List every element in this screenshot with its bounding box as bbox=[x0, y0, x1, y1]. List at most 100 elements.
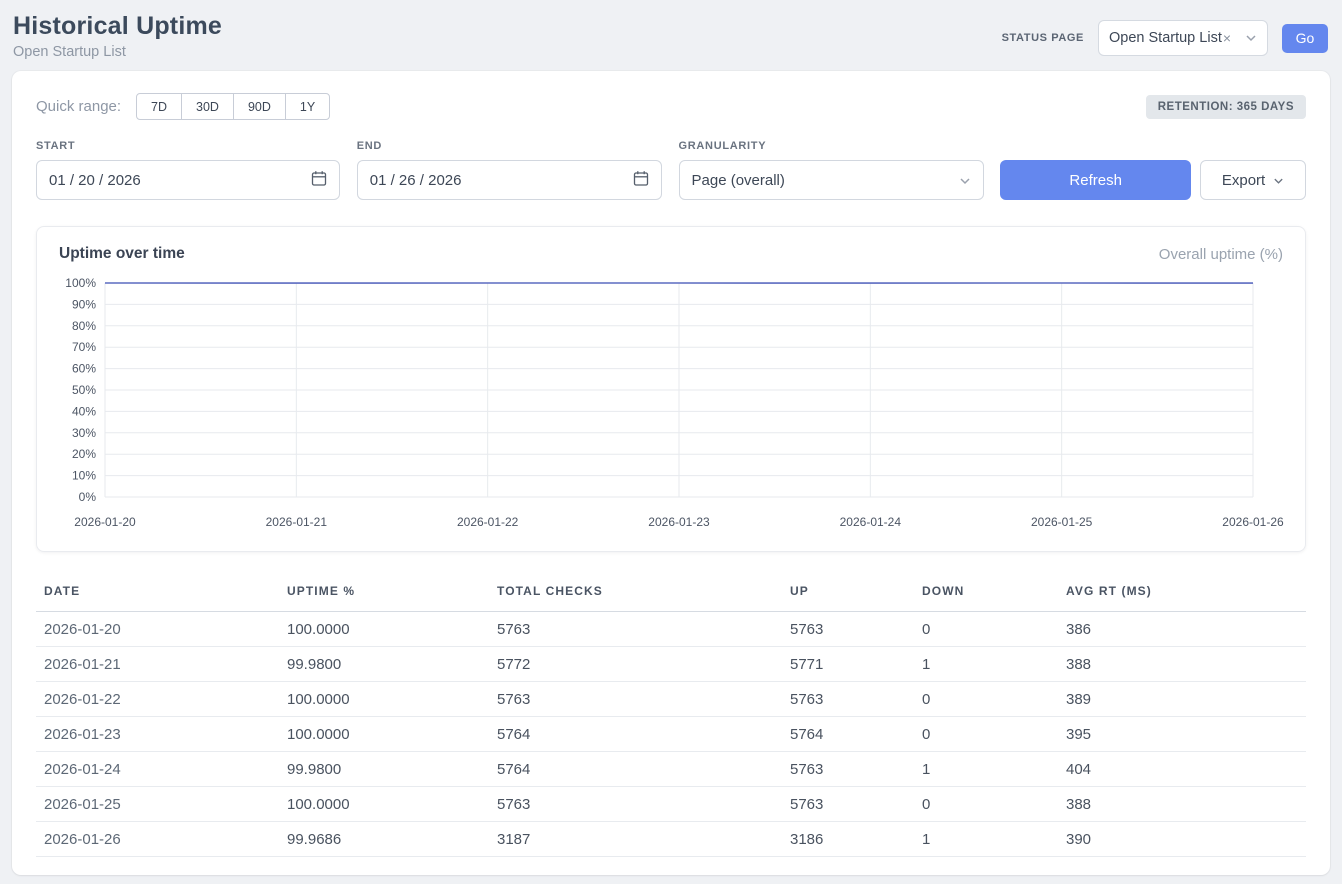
table-cell: 2026-01-26 bbox=[36, 822, 279, 857]
table-cell: 99.9686 bbox=[279, 822, 489, 857]
table-cell: 100.0000 bbox=[279, 682, 489, 717]
column-header: DOWN bbox=[914, 576, 1058, 612]
table-cell: 404 bbox=[1058, 752, 1306, 787]
uptime-chart-card: Uptime over time Overall uptime (%) 0% 10… bbox=[36, 226, 1306, 552]
granularity-select[interactable]: Page (overall) bbox=[679, 160, 985, 200]
chart-header: Uptime over time Overall uptime (%) bbox=[59, 245, 1283, 263]
table-cell: 2026-01-25 bbox=[36, 787, 279, 822]
status-page-select[interactable]: Open Startup List × bbox=[1098, 20, 1268, 56]
go-button[interactable]: Go bbox=[1282, 24, 1328, 53]
column-header: DATE bbox=[36, 576, 279, 612]
table-cell: 389 bbox=[1058, 682, 1306, 717]
table-cell: 2026-01-24 bbox=[36, 752, 279, 787]
svg-text:2026-01-23: 2026-01-23 bbox=[648, 515, 710, 529]
table-cell: 100.0000 bbox=[279, 717, 489, 752]
export-label: Export bbox=[1222, 172, 1265, 189]
table-row: 2026-01-25100.0000576357630388 bbox=[36, 787, 1306, 822]
table-cell: 100.0000 bbox=[279, 612, 489, 647]
granularity-label: GRANULARITY bbox=[679, 140, 985, 152]
table-header-row: DATEUPTIME %TOTAL CHECKSUPDOWNAVG RT (MS… bbox=[36, 576, 1306, 612]
status-page-label: STATUS PAGE bbox=[1002, 32, 1084, 44]
svg-text:60%: 60% bbox=[72, 362, 96, 376]
table-cell: 5763 bbox=[782, 612, 914, 647]
page-title: Historical Uptime bbox=[13, 12, 222, 41]
table-cell: 0 bbox=[914, 682, 1058, 717]
table-cell: 388 bbox=[1058, 647, 1306, 682]
table-cell: 99.9800 bbox=[279, 752, 489, 787]
clear-selection-icon[interactable]: × bbox=[1223, 30, 1231, 46]
column-header: UPTIME % bbox=[279, 576, 489, 612]
table-cell: 5763 bbox=[489, 787, 782, 822]
table-cell: 5772 bbox=[489, 647, 782, 682]
svg-text:40%: 40% bbox=[72, 404, 96, 418]
svg-text:0%: 0% bbox=[79, 490, 97, 504]
main-panel: Quick range: 7D 30D 90D 1Y RETENTION: 36… bbox=[12, 71, 1330, 875]
quick-range-group: 7D 30D 90D 1Y bbox=[136, 93, 330, 120]
table-cell: 1 bbox=[914, 647, 1058, 682]
header-controls: STATUS PAGE Open Startup List × Go bbox=[1002, 20, 1328, 56]
chevron-down-icon bbox=[1245, 34, 1257, 42]
start-date-label: START bbox=[36, 140, 340, 152]
table-row: 2026-01-23100.0000576457640395 bbox=[36, 717, 1306, 752]
table-cell: 5763 bbox=[489, 682, 782, 717]
filter-form: START 01 / 20 / 2026 END 01 / 26 / 2026 bbox=[36, 140, 1306, 200]
svg-text:70%: 70% bbox=[72, 340, 96, 354]
table-cell: 99.9800 bbox=[279, 647, 489, 682]
end-date-input[interactable]: 01 / 26 / 2026 bbox=[357, 160, 662, 200]
table-cell: 5763 bbox=[782, 752, 914, 787]
refresh-button[interactable]: Refresh bbox=[1000, 160, 1191, 200]
calendar-icon[interactable] bbox=[311, 170, 327, 191]
start-date-input[interactable]: 01 / 20 / 2026 bbox=[36, 160, 340, 200]
quick-range-90d[interactable]: 90D bbox=[233, 93, 286, 120]
uptime-table: DATEUPTIME %TOTAL CHECKSUPDOWNAVG RT (MS… bbox=[36, 576, 1306, 857]
svg-text:20%: 20% bbox=[72, 447, 96, 461]
granularity-field: GRANULARITY Page (overall) bbox=[679, 140, 985, 200]
svg-text:100%: 100% bbox=[65, 276, 96, 290]
table-cell: 390 bbox=[1058, 822, 1306, 857]
end-date-field: END 01 / 26 / 2026 bbox=[357, 140, 662, 200]
svg-text:80%: 80% bbox=[72, 319, 96, 333]
table-cell: 2026-01-21 bbox=[36, 647, 279, 682]
calendar-icon[interactable] bbox=[633, 170, 649, 191]
table-cell: 3186 bbox=[782, 822, 914, 857]
title-block: Historical Uptime Open Startup List bbox=[13, 12, 222, 60]
table-cell: 386 bbox=[1058, 612, 1306, 647]
svg-text:30%: 30% bbox=[72, 426, 96, 440]
table-cell: 5763 bbox=[782, 787, 914, 822]
end-date-label: END bbox=[357, 140, 662, 152]
column-header: TOTAL CHECKS bbox=[489, 576, 782, 612]
quick-range-row: Quick range: 7D 30D 90D 1Y RETENTION: 36… bbox=[36, 93, 1306, 120]
table-cell: 5771 bbox=[782, 647, 914, 682]
svg-text:2026-01-26: 2026-01-26 bbox=[1222, 515, 1284, 529]
page-header: Historical Uptime Open Startup List STAT… bbox=[0, 0, 1342, 60]
table-cell: 2026-01-23 bbox=[36, 717, 279, 752]
table-cell: 5763 bbox=[782, 682, 914, 717]
quick-range-1y[interactable]: 1Y bbox=[285, 93, 330, 120]
start-date-field: START 01 / 20 / 2026 bbox=[36, 140, 340, 200]
status-page-value: Open Startup List bbox=[1109, 30, 1222, 46]
svg-text:2026-01-22: 2026-01-22 bbox=[457, 515, 519, 529]
table-row: 2026-01-2499.9800576457631404 bbox=[36, 752, 1306, 787]
table-cell: 5764 bbox=[782, 717, 914, 752]
quick-range-label: Quick range: bbox=[36, 98, 121, 115]
table-cell: 0 bbox=[914, 787, 1058, 822]
end-date-value: 01 / 26 / 2026 bbox=[370, 172, 462, 189]
export-button[interactable]: Export bbox=[1200, 160, 1306, 200]
table-cell: 395 bbox=[1058, 717, 1306, 752]
chevron-down-icon bbox=[1273, 172, 1284, 189]
column-header: UP bbox=[782, 576, 914, 612]
chart-legend: Overall uptime (%) bbox=[1159, 246, 1283, 263]
quick-range-7d[interactable]: 7D bbox=[136, 93, 182, 120]
table-cell: 5763 bbox=[489, 612, 782, 647]
svg-text:2026-01-24: 2026-01-24 bbox=[840, 515, 902, 529]
table-cell: 0 bbox=[914, 612, 1058, 647]
quick-range-30d[interactable]: 30D bbox=[181, 93, 234, 120]
start-date-value: 01 / 20 / 2026 bbox=[49, 172, 141, 189]
retention-badge: RETENTION: 365 DAYS bbox=[1146, 95, 1306, 119]
table-row: 2026-01-2699.9686318731861390 bbox=[36, 822, 1306, 857]
table-cell: 3187 bbox=[489, 822, 782, 857]
table-row: 2026-01-2199.9800577257711388 bbox=[36, 647, 1306, 682]
column-header: AVG RT (MS) bbox=[1058, 576, 1306, 612]
table-row: 2026-01-20100.0000576357630386 bbox=[36, 612, 1306, 647]
granularity-value: Page (overall) bbox=[692, 172, 785, 189]
